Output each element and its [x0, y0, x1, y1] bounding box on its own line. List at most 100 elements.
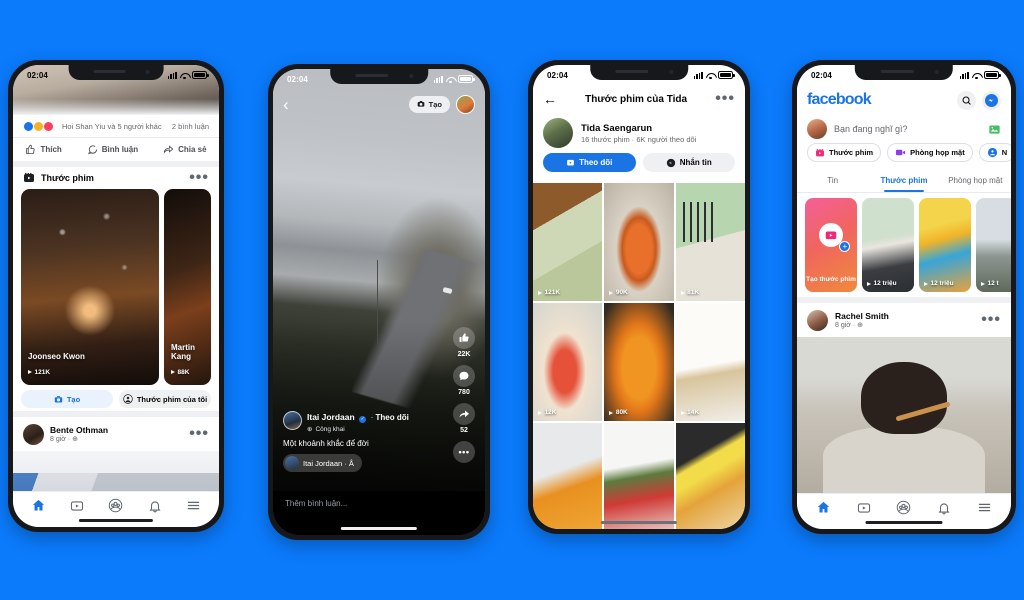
share-count: 52: [460, 427, 468, 434]
reel-grid-item[interactable]: [675, 423, 745, 529]
feed-post-image[interactable]: [797, 337, 1011, 493]
avatar[interactable]: [23, 423, 44, 445]
reel-author-name[interactable]: Itai Jordaan: [307, 412, 355, 422]
home-indicator-4: [865, 520, 943, 524]
composer-placeholder: Bạn đang nghĩ gì?: [834, 124, 908, 134]
back-button[interactable]: ←: [543, 92, 557, 106]
follow-button[interactable]: Theo dõi: [376, 413, 409, 422]
comment-button[interactable]: [453, 365, 475, 387]
avatar[interactable]: [543, 118, 573, 148]
sidebar-item-watch[interactable]: [70, 499, 84, 513]
globe-icon: ⊕: [307, 426, 313, 433]
create-reel-button[interactable]: Tạo: [21, 390, 113, 408]
avatar[interactable]: [807, 119, 827, 139]
reaction-summary[interactable]: Hoi Shan Yiu và 5 người khác: [23, 120, 162, 132]
reel-tray-card[interactable]: 12 triệu: [862, 198, 914, 292]
sidebar-item-home[interactable]: [816, 500, 831, 515]
reel-tray-card[interactable]: 12 t: [976, 198, 1011, 292]
avatar[interactable]: [807, 309, 828, 331]
facebook-logo[interactable]: facebook: [807, 91, 951, 109]
home-icon: [32, 499, 45, 511]
phone-1-screen: 02:04 Hoi Shan Yiu và 5 người khác 2 bìn…: [13, 65, 219, 527]
menu-icon: [978, 503, 991, 512]
follow-label: Theo dõi: [579, 158, 613, 167]
reels-icon: [24, 173, 34, 182]
reel-tray-card[interactable]: 12 triệu: [919, 198, 971, 292]
reels-carousel[interactable]: Joonseo Kwon 121K Martin Kang 88K: [13, 189, 219, 385]
messenger-button[interactable]: [982, 90, 1001, 110]
cellular-signal-icon: [167, 71, 177, 79]
sidebar-item-groups[interactable]: [108, 498, 123, 513]
my-reels-button[interactable]: Thước phim của tôi: [119, 390, 211, 408]
reel-grid-item[interactable]: 80K: [604, 303, 674, 421]
pill-reels[interactable]: Thước phim: [807, 143, 882, 162]
status-composer[interactable]: Bạn đang nghĩ gì?: [797, 115, 1011, 143]
like-count: 22K: [457, 351, 471, 358]
reel-grid-item[interactable]: 121K: [533, 183, 603, 301]
sidebar-item-watch[interactable]: [857, 501, 871, 515]
status-time: 02:04: [547, 70, 568, 80]
thumbs-up-icon: [459, 333, 469, 342]
avatar[interactable]: [456, 94, 475, 114]
header-more-button[interactable]: •••: [715, 90, 735, 108]
play-icon: [28, 370, 32, 374]
status-time: 02:04: [287, 74, 308, 84]
reels-section-more-button[interactable]: •••: [189, 169, 209, 187]
reel-views: 81K: [680, 289, 699, 296]
comments-count[interactable]: 2 bình luận: [172, 122, 209, 131]
reel-grid-item[interactable]: [604, 423, 674, 529]
feed-post-image[interactable]: [13, 451, 219, 491]
sidebar-item-menu[interactable]: [186, 498, 201, 513]
reel-grid-item[interactable]: [533, 423, 603, 529]
photo-icon[interactable]: [988, 123, 1001, 136]
share-label: Chia sẻ: [178, 145, 207, 154]
create-reel-button[interactable]: Tạo: [408, 95, 450, 113]
like-button[interactable]: Thích: [25, 144, 62, 155]
message-button[interactable]: Nhắn tin: [642, 153, 735, 172]
reels-tray[interactable]: + Tạo thước phim 12 triệu 12 triệu 12 t: [797, 193, 1011, 297]
share-button[interactable]: [453, 403, 475, 425]
search-button[interactable]: [957, 90, 976, 110]
reel-audio-chip[interactable]: Itai Jordaan · Å: [283, 454, 362, 472]
reel-grid-item[interactable]: 14K: [675, 303, 745, 421]
reel-grid-item[interactable]: 12K: [533, 303, 603, 421]
feed-tabs: Tin Thước phim Phòng họp mặt: [797, 169, 1011, 193]
post-more-button[interactable]: •••: [189, 425, 209, 443]
comment-button[interactable]: Bình luận: [87, 144, 138, 155]
post-author-name[interactable]: Bente Othman: [50, 425, 108, 435]
profile-header: ← Thước phim của Tida •••: [533, 85, 745, 113]
create-reel-label: Tạo: [66, 394, 81, 404]
back-button[interactable]: ‹: [283, 96, 289, 113]
follow-button[interactable]: Theo dõi: [543, 153, 636, 172]
avatar[interactable]: [283, 410, 302, 430]
person-body: [822, 427, 986, 493]
reel-grid-item[interactable]: 81K: [675, 183, 745, 301]
notifications-icon: [938, 502, 950, 514]
phone-3-screen: 02:04 ← Thước phim của Tida ••• Tida Sae…: [533, 65, 745, 529]
post-timestamp: 8 giờ · ⊕: [835, 322, 863, 329]
post-reaction-row: Hoi Shan Yiu và 5 người khác 2 bình luận: [13, 115, 219, 137]
tab-news[interactable]: Tin: [797, 169, 868, 192]
post-author-name[interactable]: Rachel Smith: [835, 311, 889, 321]
tab-rooms[interactable]: Phòng họp mặt: [940, 169, 1011, 192]
reel-card[interactable]: Martin Kang 88K: [164, 189, 211, 385]
like-button[interactable]: [453, 327, 475, 349]
create-reel-card[interactable]: + Tạo thước phim: [805, 198, 857, 292]
sidebar-item-notifications[interactable]: [148, 499, 162, 513]
share-button[interactable]: Chia sẻ: [163, 144, 207, 155]
sidebar-item-home[interactable]: [31, 498, 46, 513]
pill-rooms[interactable]: Phòng họp mặt: [887, 143, 973, 162]
reel-grid-item[interactable]: 90K: [604, 183, 674, 301]
post-more-button[interactable]: •••: [981, 311, 1001, 329]
reel-card[interactable]: Joonseo Kwon 121K: [21, 189, 159, 385]
tab-reels[interactable]: Thước phim: [868, 169, 939, 193]
sidebar-item-notifications[interactable]: [937, 501, 951, 515]
status-time: 02:04: [811, 70, 832, 80]
post-author-block: Bente Othman 8 giờ · ⊕: [50, 425, 108, 443]
more-options-button[interactable]: •••: [453, 441, 475, 463]
sidebar-item-groups[interactable]: [896, 500, 911, 515]
sidebar-item-menu[interactable]: [977, 500, 992, 515]
status-time: 02:04: [27, 70, 48, 80]
camera-icon: [417, 101, 424, 107]
pill-groups[interactable]: N: [978, 143, 1011, 162]
